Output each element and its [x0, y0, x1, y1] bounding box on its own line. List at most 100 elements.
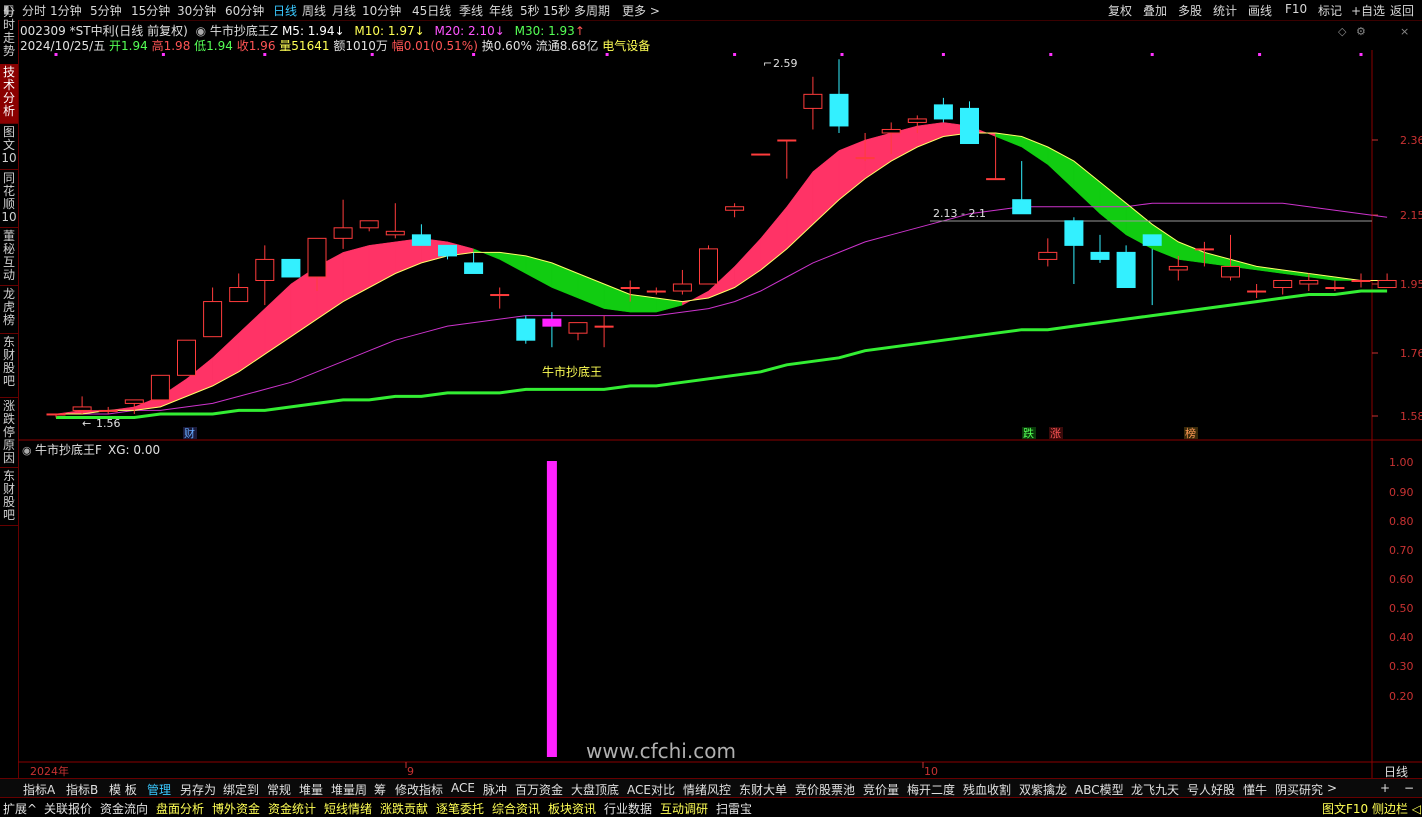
candle-body [1142, 234, 1162, 246]
tab-15min[interactable]: 15分钟 [131, 2, 170, 19]
info-tab[interactable]: 扩展^ [3, 800, 37, 817]
indicator-tab[interactable]: 百万资金 [515, 781, 563, 798]
indicator-tab[interactable]: 管理 [147, 781, 171, 798]
info-tab[interactable]: 短线情绪 [324, 800, 372, 817]
candle-body [855, 157, 875, 160]
indicator-tab[interactable]: 竞价量 [863, 781, 899, 798]
tab-daily[interactable]: 日线 [273, 2, 297, 19]
tab-45day[interactable]: 45日线 [412, 2, 451, 19]
sidebar-tab-limit-reason[interactable]: 涨跌停原因 [0, 398, 18, 468]
sidebar-tab-guba[interactable]: 东财股吧 [0, 334, 18, 398]
sidebar-tab-dongmi[interactable]: 董秘互动 [0, 228, 18, 286]
settings-icon[interactable]: ⚙ [1356, 25, 1366, 38]
indicator-tab[interactable]: 指标A [23, 781, 55, 798]
indicator-tab[interactable]: 指标B [66, 781, 98, 798]
sidebar-tab-tonghuashun10[interactable]: 同花顺10 [0, 170, 18, 228]
fuquan-button[interactable]: 复权 [1108, 2, 1132, 19]
indicator-tab[interactable]: 阴买研究 [1275, 781, 1323, 798]
indicator-tab[interactable]: 梅开二度 [907, 781, 955, 798]
indicator-tab[interactable]: > [1327, 781, 1337, 795]
indicator-tab[interactable]: ABC模型 [1075, 781, 1124, 798]
indicator-tab[interactable]: 情绪风控 [683, 781, 731, 798]
sidebar-tab-guba-2[interactable]: 东财股吧 [0, 468, 18, 526]
sidebar-toggle[interactable]: 图文F10 侧边栏 ◁ [1322, 800, 1421, 817]
ribbon-down-segment [1021, 136, 1049, 166]
tab-monthly[interactable]: 月线 [332, 2, 356, 19]
diamond-icon[interactable]: ◇ [1338, 25, 1347, 38]
f10-button[interactable]: F10 [1285, 2, 1307, 16]
sidebar-tab-longhubang[interactable]: 龙虎榜 [0, 286, 18, 334]
tab-60min[interactable]: 60分钟 [225, 2, 264, 19]
info-tab[interactable]: 板块资讯 [548, 800, 596, 817]
tab-15sec[interactable]: 15秒 [543, 2, 570, 19]
tab-yearly[interactable]: 年线 [489, 2, 513, 19]
tab-5sec[interactable]: 5秒 [520, 2, 540, 19]
tab-1min[interactable]: 1分钟 [50, 2, 82, 19]
info-tab[interactable]: 涨跌贡献 [380, 800, 428, 817]
indicator-tab[interactable]: ACE对比 [627, 781, 675, 798]
back-button[interactable]: 返回 [1390, 2, 1414, 19]
tab-multi-period[interactable]: 多周期 [574, 2, 610, 19]
tab-30min[interactable]: 30分钟 [177, 2, 216, 19]
info-tab[interactable]: 扫雷宝 [716, 800, 752, 817]
indicator-tab[interactable]: 常规 [267, 781, 291, 798]
indicator-tab[interactable]: ACE [451, 781, 475, 795]
draw-line-button[interactable]: 画线 [1248, 2, 1272, 19]
candle-body [98, 409, 118, 412]
indicator-tab[interactable]: 堆量周 [331, 781, 367, 798]
close-panel-icon[interactable]: × [1400, 25, 1409, 38]
indicator-tab[interactable]: 另存为 [180, 781, 216, 798]
info-tab[interactable]: 行业数据 [604, 800, 652, 817]
indicator-tab[interactable]: 堆量 [299, 781, 323, 798]
indicator-tab[interactable]: 筹 [374, 781, 386, 798]
mark-button[interactable]: 标记 [1318, 2, 1342, 19]
info-tab[interactable]: 盘面分析 [156, 800, 204, 817]
event-zhang-tag[interactable]: 涨 [1050, 427, 1061, 440]
indicator-tab[interactable]: 脉冲 [483, 781, 507, 798]
tab-quarterly[interactable]: 季线 [459, 2, 483, 19]
indicator-tab[interactable]: 大盘顶底 [571, 781, 619, 798]
multi-stock-button[interactable]: 多股 [1178, 2, 1202, 19]
indicator-tab[interactable]: 竞价股票池 [795, 781, 855, 798]
signal-volume-bar [546, 461, 557, 757]
tab-10min[interactable]: 10分钟 [362, 2, 401, 19]
zoom-out-button[interactable]: − [1404, 781, 1414, 795]
candle-body [1273, 279, 1293, 289]
info-tab[interactable]: 互动调研 [660, 800, 708, 817]
tab-more[interactable]: 更多 > [622, 2, 660, 19]
info-tab[interactable]: 关联报价 [44, 800, 92, 817]
info-tab[interactable]: 资金统计 [268, 800, 316, 817]
sub-y-tick: 0.80 [1389, 515, 1414, 528]
info-tab[interactable]: 综合资讯 [492, 800, 540, 817]
tab-fenshi[interactable]: 分时 [22, 2, 46, 19]
tab-weekly[interactable]: 周线 [302, 2, 326, 19]
info-tab[interactable]: 逐笔委托 [436, 800, 484, 817]
event-bang-tag[interactable]: 榜 [1185, 426, 1196, 440]
chart-area[interactable]: ◇ ⚙ × 2.59 1.56 ← ⌐ 2.13 - 2.1 牛市抄底王 财 跌… [18, 20, 1422, 778]
sub-indicator-icon[interactable]: ◉ [22, 444, 32, 457]
stats-button[interactable]: 统计 [1213, 2, 1237, 19]
indicator-tab[interactable]: 绑定到 [223, 781, 259, 798]
indicator-tab[interactable]: 残血收割 [963, 781, 1011, 798]
sub-y-tick: 0.40 [1389, 631, 1414, 644]
event-cai-tag[interactable]: 财 [184, 426, 195, 440]
sub-indicator-title[interactable]: 牛市抄底王F [35, 442, 102, 457]
zoom-in-button[interactable]: + [1380, 781, 1390, 795]
sidebar-tab-fenshi[interactable]: 分时走势 [0, 4, 18, 68]
overlay-button[interactable]: 叠加 [1143, 2, 1167, 19]
tab-5min[interactable]: 5分钟 [90, 2, 122, 19]
indicator-tab[interactable]: 东财大单 [739, 781, 787, 798]
info-tab[interactable]: 资金流向 [100, 800, 148, 817]
indicator-tab[interactable]: 龙飞九天 [1131, 781, 1179, 798]
sidebar-tab-technical[interactable]: 技术分析 [0, 64, 18, 124]
indicator-tab[interactable]: 模 板 [109, 781, 137, 798]
info-tab[interactable]: 博外资金 [212, 800, 260, 817]
indicator-tab[interactable]: 双紫擒龙 [1019, 781, 1067, 798]
indicator-tab[interactable]: 号人好股 [1187, 781, 1235, 798]
sidebar-tab-tuwen10[interactable]: 图文10 [0, 124, 18, 170]
event-die-tag[interactable]: 跌 [1023, 426, 1034, 440]
indicator-tab[interactable]: 修改指标 [395, 781, 443, 798]
indicator-tab[interactable]: 懂牛 [1243, 781, 1267, 798]
add-watchlist-button[interactable]: +自选 [1351, 2, 1385, 19]
low-price-label: 1.56 [96, 417, 121, 430]
